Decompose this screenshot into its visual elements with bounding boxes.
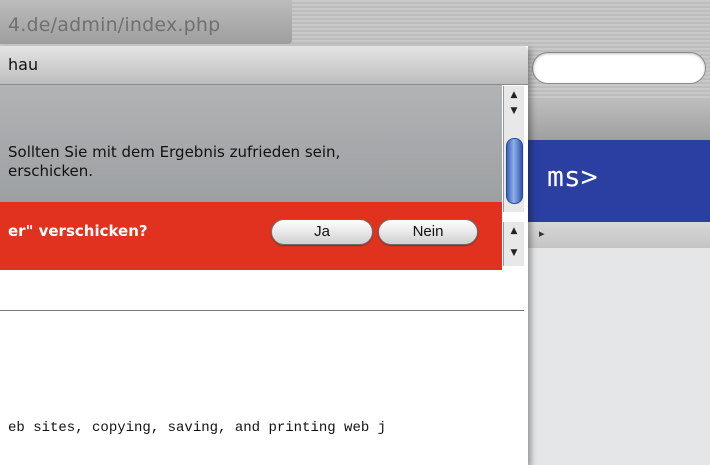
banner-text: ms>	[547, 160, 598, 193]
page-tab-bar: ▸	[525, 222, 710, 249]
page-header-band	[525, 100, 710, 140]
message-panel: Sollten Sie mit dem Ergebnis zufrieden s…	[0, 85, 502, 202]
scroll-thumb[interactable]	[506, 138, 523, 204]
dialog-title: hau	[8, 55, 39, 74]
scroll-down-icon[interactable]: ▼	[504, 246, 524, 260]
confirm-scrollbar[interactable]: ▲ ▼	[503, 222, 524, 266]
message-scrollbar[interactable]: ▲ ▼	[503, 86, 524, 212]
search-field[interactable]	[532, 52, 706, 84]
dialog-message: Sollten Sie mit dem Ergebnis zufrieden s…	[8, 143, 340, 181]
page-content-area	[525, 248, 710, 465]
yes-button[interactable]: Ja	[271, 219, 373, 245]
address-bar[interactable]: 4.de/admin/index.php	[0, 0, 292, 44]
scroll-up-icon[interactable]: ▲	[504, 224, 524, 238]
message-line-2: erschicken.	[8, 162, 94, 180]
no-button[interactable]: Nein	[378, 219, 478, 245]
confirm-question: er" verschicken?	[8, 222, 148, 240]
confirm-bar: er" verschicken? Ja Nein	[0, 202, 502, 270]
scroll-up-icon[interactable]: ▲	[504, 88, 524, 102]
preview-text: eb sites, copying, saving, and printing …	[8, 420, 387, 436]
confirm-dialog: hau Sollten Sie mit dem Ergebnis zufried…	[0, 46, 528, 465]
tab-arrow-icon[interactable]: ▸	[539, 227, 545, 240]
dialog-titlebar: hau	[0, 46, 528, 85]
message-line-1: Sollten Sie mit dem Ergebnis zufrieden s…	[8, 143, 341, 161]
divider	[0, 310, 524, 311]
scroll-down-icon[interactable]: ▼	[504, 104, 524, 118]
address-text: 4.de/admin/index.php	[8, 14, 221, 36]
